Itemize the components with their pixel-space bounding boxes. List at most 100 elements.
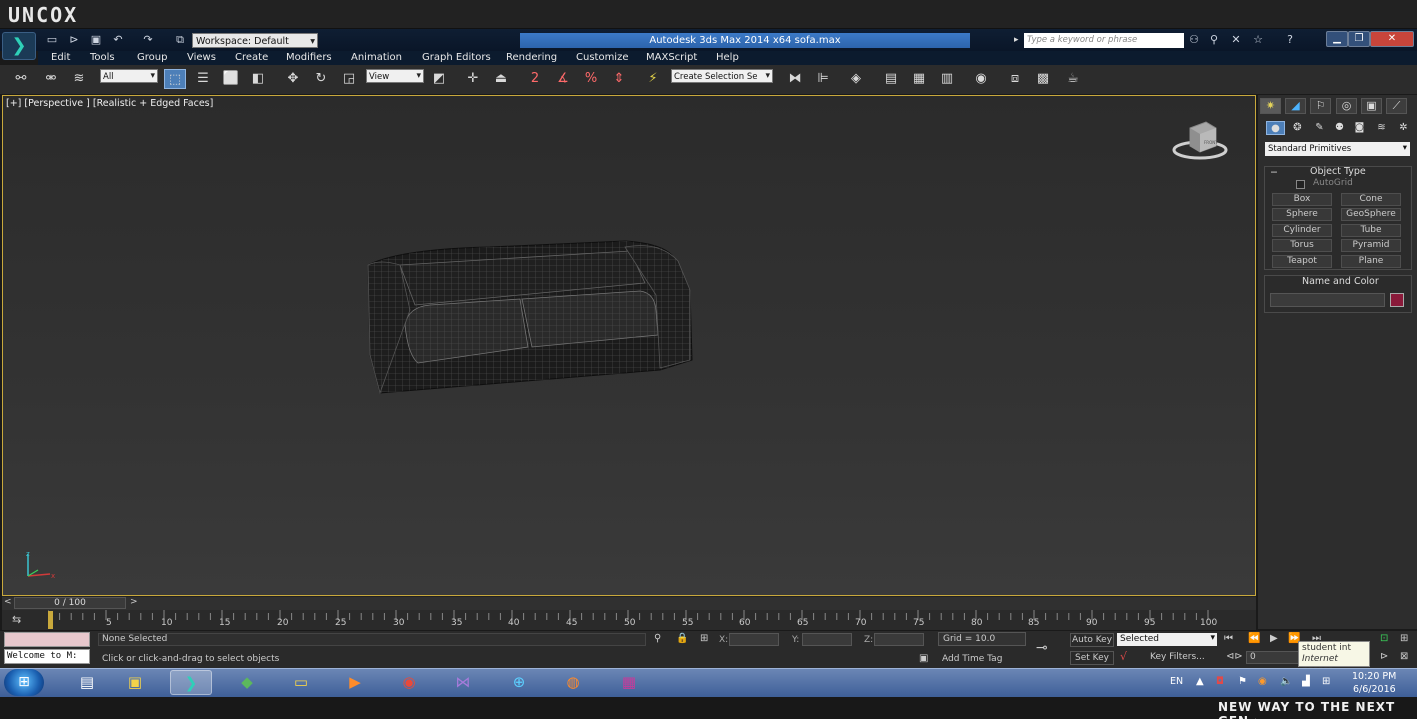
viewcube[interactable]: FRONT bbox=[1172, 118, 1228, 166]
viewport-label[interactable]: [+] [Perspective ] [Realistic + Edged Fa… bbox=[6, 98, 213, 109]
box-button[interactable]: Box bbox=[1272, 193, 1332, 206]
render-teapot-icon[interactable]: ☕ bbox=[1062, 69, 1084, 89]
absolute-transform-icon[interactable]: ⊞ bbox=[700, 633, 708, 644]
menu-graph-editors[interactable]: Graph Editors bbox=[422, 51, 491, 65]
x-coordinate-field[interactable] bbox=[729, 633, 779, 646]
menu-animation[interactable]: Animation bbox=[351, 51, 402, 65]
auto-key-button[interactable]: Auto Key bbox=[1070, 633, 1114, 647]
next-frame-icon[interactable]: > bbox=[130, 597, 138, 607]
layer-manager-icon[interactable]: ◈ bbox=[845, 69, 867, 89]
language-indicator[interactable]: EN bbox=[1170, 676, 1183, 687]
windows-explorer-icon[interactable]: ▣ bbox=[114, 670, 156, 695]
current-frame-marker[interactable] bbox=[48, 611, 53, 629]
maxscript-listener[interactable]: Welcome to M: bbox=[4, 649, 90, 664]
open-file-icon[interactable]: ⊳ bbox=[66, 33, 82, 47]
tube-button[interactable]: Tube bbox=[1341, 224, 1401, 237]
angle-snap-icon[interactable]: ∡ bbox=[552, 69, 574, 89]
unlink-icon[interactable]: ⚮ bbox=[40, 69, 62, 89]
pyramid-button[interactable]: Pyramid bbox=[1341, 239, 1401, 252]
edit-named-selection-icon[interactable]: ⚡ bbox=[642, 69, 664, 89]
clock-date[interactable]: 6/6/2016 bbox=[1353, 684, 1396, 695]
show-hidden-icons[interactable]: ▲ bbox=[1196, 676, 1204, 687]
key-mode-toggle-icon[interactable]: ⊲⊳ bbox=[1226, 651, 1243, 662]
media-player-icon[interactable]: ▶ bbox=[334, 670, 376, 695]
systems-icon[interactable]: ✲ bbox=[1394, 121, 1413, 135]
key-icon[interactable]: ⊸ bbox=[1036, 640, 1048, 656]
project-folder-icon[interactable]: ⧉ bbox=[172, 33, 188, 47]
menu-group[interactable]: Group bbox=[137, 51, 167, 65]
manipulate-icon[interactable]: ✛ bbox=[462, 69, 484, 89]
folder-icon[interactable]: ▭ bbox=[280, 670, 322, 695]
curve-editor-icon[interactable]: ▦ bbox=[908, 69, 930, 89]
set-key-button[interactable]: Set Key bbox=[1070, 651, 1114, 665]
isolate-selection-icon[interactable]: ⚲ bbox=[654, 633, 661, 644]
redo-icon[interactable]: ↷ bbox=[140, 33, 156, 47]
menu-tools[interactable]: Tools bbox=[90, 51, 115, 65]
rotate-icon[interactable]: ↻ bbox=[310, 69, 332, 89]
reference-coordinate-dropdown[interactable]: View bbox=[366, 69, 424, 83]
align-icon[interactable]: ⊫ bbox=[812, 69, 834, 89]
menu-views[interactable]: Views bbox=[187, 51, 216, 65]
goto-start-icon[interactable]: ⏮ bbox=[1224, 633, 1233, 644]
move-icon[interactable]: ✥ bbox=[282, 69, 304, 89]
network-signal-icon[interactable]: ▟ bbox=[1302, 676, 1310, 687]
object-type-title[interactable]: Object Type bbox=[1310, 166, 1366, 177]
open-mini-curve-editor-icon[interactable]: ⇆ bbox=[12, 613, 21, 626]
mirror-icon[interactable]: ⧓ bbox=[784, 69, 806, 89]
field-of-view-icon[interactable]: ⊳ bbox=[1380, 651, 1388, 662]
flag-tray-icon[interactable]: ⚑ bbox=[1238, 676, 1247, 687]
utilities-tab-icon[interactable]: ⟋ bbox=[1386, 98, 1407, 114]
subscription-icon[interactable]: ⚲ bbox=[1206, 33, 1222, 47]
security-tray-icon[interactable]: ◘ bbox=[1216, 676, 1224, 687]
volume-icon[interactable]: 🔈 bbox=[1280, 676, 1292, 687]
teapot-button[interactable]: Teapot bbox=[1272, 255, 1332, 268]
visual-studio-icon[interactable]: ⋈ bbox=[442, 670, 484, 695]
menu-customize[interactable]: Customize bbox=[576, 51, 629, 65]
menu-edit[interactable]: Edit bbox=[51, 51, 70, 65]
maximize-button[interactable]: ❐ bbox=[1348, 31, 1370, 47]
minimize-button[interactable]: ▁ bbox=[1326, 31, 1348, 47]
workspace-dropdown[interactable]: Workspace: Default bbox=[192, 33, 318, 49]
primitive-category-dropdown[interactable]: Standard Primitives bbox=[1265, 141, 1410, 156]
communication-icon[interactable]: ✕ bbox=[1228, 33, 1244, 47]
rectangular-selection-icon[interactable]: ⬜ bbox=[220, 69, 242, 89]
window-crossing-icon[interactable]: ◧ bbox=[247, 69, 269, 89]
display-tab-icon[interactable]: ▣ bbox=[1361, 98, 1382, 114]
plane-button[interactable]: Plane bbox=[1341, 255, 1401, 268]
search-input[interactable]: Type a keyword or phrase bbox=[1024, 33, 1184, 48]
rendered-frame-icon[interactable]: ▩ bbox=[1032, 69, 1054, 89]
menu-rendering[interactable]: Rendering bbox=[506, 51, 557, 65]
percent-snap-icon[interactable]: % bbox=[580, 69, 602, 89]
select-and-link-icon[interactable]: ⚯ bbox=[10, 69, 32, 89]
application-button[interactable]: ❯ bbox=[2, 32, 36, 60]
shapes-icon[interactable]: ❂ bbox=[1288, 121, 1307, 135]
clock-time[interactable]: 10:20 PM bbox=[1352, 671, 1396, 682]
zoom-extents-icon[interactable]: ⊡ bbox=[1380, 633, 1388, 644]
z-coordinate-field[interactable] bbox=[874, 633, 924, 646]
explorer-icon[interactable]: ▤ bbox=[66, 670, 108, 695]
maximize-viewport-icon[interactable]: ⊠ bbox=[1400, 651, 1408, 662]
space-warps-icon[interactable]: ≋ bbox=[1372, 121, 1391, 135]
create-tab-icon[interactable]: ✷ bbox=[1260, 98, 1281, 114]
torus-button[interactable]: Torus bbox=[1272, 239, 1332, 252]
helpers-icon[interactable]: ◙ bbox=[1350, 121, 1369, 135]
winrar-icon[interactable]: ▦ bbox=[608, 670, 650, 695]
rollout-collapse-icon[interactable]: − bbox=[1270, 167, 1278, 178]
sofa-mesh[interactable] bbox=[360, 235, 700, 405]
key-filters-button[interactable]: Key Filters... bbox=[1150, 652, 1205, 662]
geosphere-button[interactable]: GeoSphere bbox=[1341, 208, 1401, 221]
previous-frame-icon[interactable]: ⏪ bbox=[1248, 633, 1260, 644]
render-setup-icon[interactable]: ⧈ bbox=[1004, 69, 1026, 89]
menu-maxscript[interactable]: MAXScript bbox=[646, 51, 697, 65]
time-tag-icon[interactable]: ▣ bbox=[919, 653, 928, 664]
material-editor-icon[interactable]: ◉ bbox=[970, 69, 992, 89]
cone-button[interactable]: Cone bbox=[1341, 193, 1401, 206]
object-color-swatch[interactable] bbox=[1390, 293, 1404, 307]
time-slider-thumb[interactable]: 0 / 100 bbox=[14, 597, 126, 609]
spinner-snap-icon[interactable]: ⇕ bbox=[608, 69, 630, 89]
network-globe-icon[interactable]: ⊕ bbox=[498, 670, 540, 695]
prev-frame-icon[interactable]: < bbox=[4, 597, 12, 607]
help-icon[interactable]: ? bbox=[1282, 33, 1298, 47]
binoculars-icon[interactable]: ⚇ bbox=[1186, 33, 1202, 47]
geometry-icon[interactable]: ● bbox=[1266, 121, 1285, 135]
